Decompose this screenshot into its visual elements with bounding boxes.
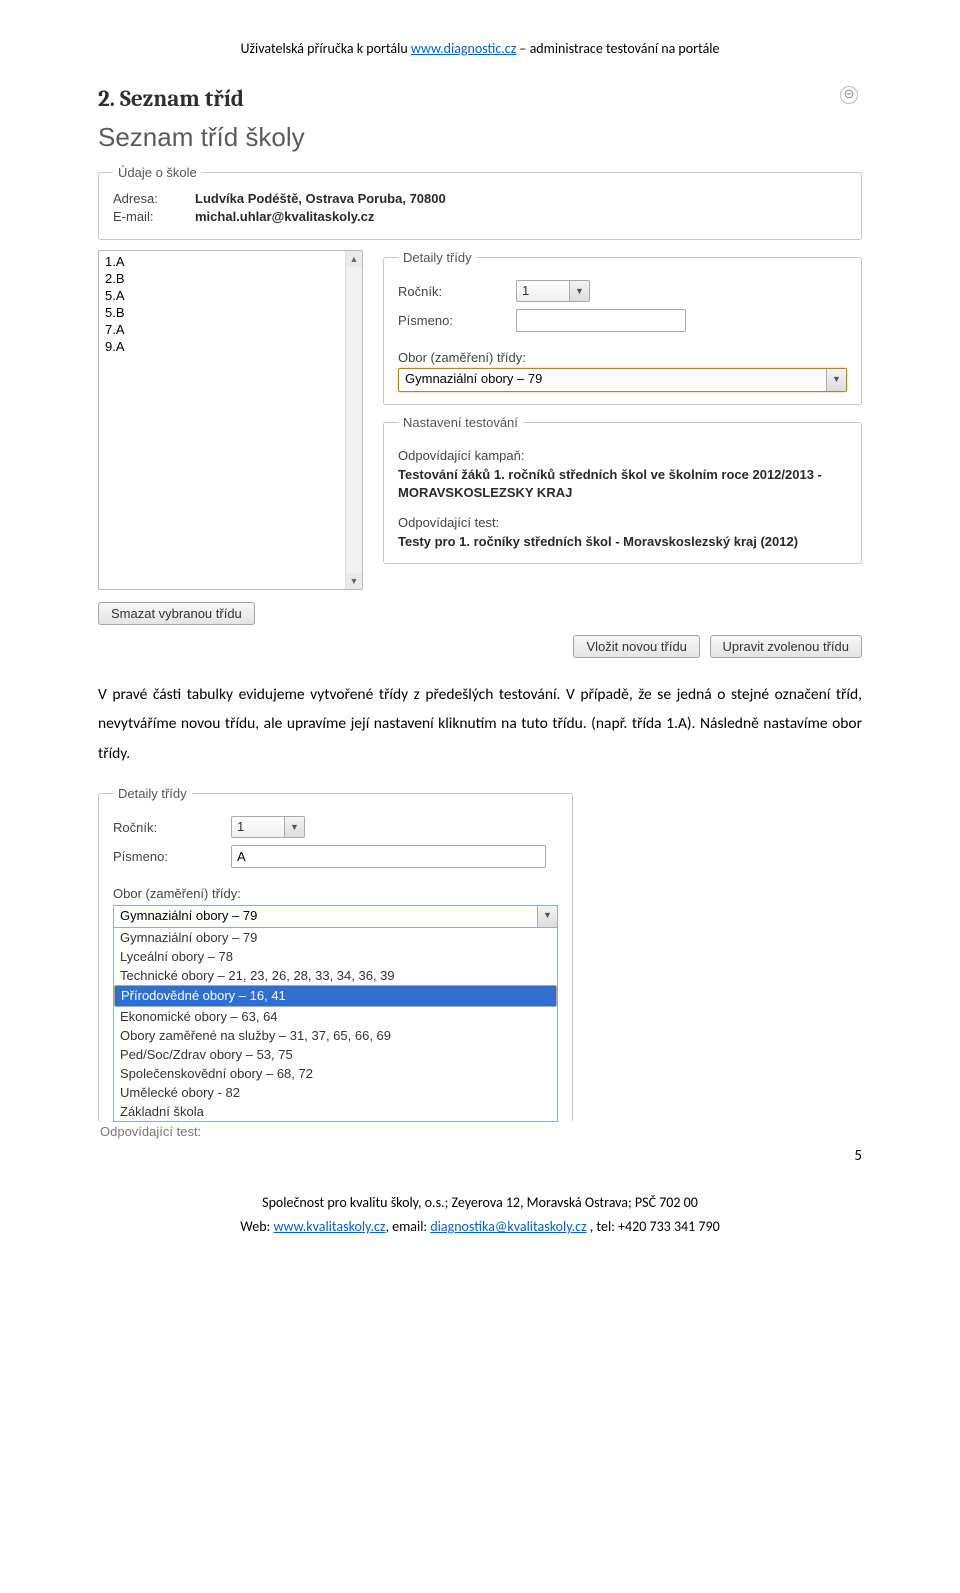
header-prefix: Uživatelská příručka k portálu — [241, 40, 411, 57]
footer-web-prefix: Web: — [240, 1218, 273, 1235]
grade-select-2[interactable]: 1 ▼ — [231, 816, 305, 838]
address-label: Adresa: — [113, 191, 195, 206]
delete-class-button[interactable]: Smazat vybranou třídu — [98, 602, 255, 625]
dropdown-option[interactable]: Přírodovědné obory – 16, 41 — [114, 985, 557, 1007]
grade-label-2: Ročník: — [113, 820, 231, 835]
dropdown-option[interactable]: Obory zaměřené na služby – 31, 37, 65, 6… — [114, 1026, 557, 1045]
panel-title: Seznam tříd školy — [98, 122, 862, 153]
grade-select-value: 1 — [522, 283, 529, 298]
branch-select[interactable]: Gymnaziální obory – 79 ▼ — [398, 368, 847, 392]
section-heading: 2. Seznam tříd — [98, 85, 862, 112]
email-label: E-mail: — [113, 209, 195, 224]
scroll-down-icon[interactable]: ▼ — [346, 573, 362, 589]
chevron-down-icon: ▼ — [569, 281, 589, 301]
body-paragraph: V pravé části tabulky evidujeme vytvořen… — [98, 680, 862, 768]
dropdown-option[interactable]: Ped/Soc/Zdrav obory – 53, 75 — [114, 1045, 557, 1064]
list-item[interactable]: 1.A — [103, 253, 344, 270]
chevron-down-icon: ▼ — [537, 906, 557, 927]
branch-select-2[interactable]: Gymnaziální obory – 79 ▼ — [113, 905, 558, 928]
footer-web-link[interactable]: www.kvalitaskoly.cz — [273, 1218, 385, 1235]
dropdown-option[interactable]: Základní škola — [114, 1102, 557, 1121]
dropdown-option[interactable]: Ekonomické obory – 63, 64 — [114, 1007, 557, 1026]
branch-label: Obor (zaměření) třídy: — [398, 350, 847, 365]
test-label: Odpovídající test: — [398, 515, 847, 530]
screenshot-class-list: Seznam tříd školy ⊝ Údaje o škole Adresa… — [98, 122, 862, 658]
letter-input-2[interactable] — [231, 845, 546, 868]
grade-select[interactable]: 1 ▼ — [516, 280, 590, 302]
campaign-value: Testování žáků 1. ročníků středních škol… — [398, 466, 847, 501]
school-info-legend: Údaje o škole — [113, 165, 202, 180]
class-details-legend: Detaily třídy — [398, 250, 477, 265]
page-footer: Společnost pro kvalitu školy, o.s.; Zeye… — [98, 1191, 862, 1239]
footer-suffix: , tel: +420 733 341 790 — [587, 1218, 720, 1235]
class-listbox[interactable]: 1.A 2.B 5.A 5.B 7.A 9.A ▲ ▼ — [98, 250, 363, 590]
list-item[interactable]: 7.A — [103, 321, 344, 338]
chevron-down-icon: ▼ — [284, 817, 304, 837]
class-details-fieldset-2: Detaily třídy Ročník: 1 ▼ Písmeno: Obor … — [98, 786, 573, 1122]
edit-class-button[interactable]: Upravit zvolenou třídu — [710, 635, 862, 658]
dropdown-option[interactable]: Společenskovědní obory – 68, 72 — [114, 1064, 557, 1083]
scroll-up-icon[interactable]: ▲ — [346, 251, 362, 267]
testing-settings-legend: Nastavení testování — [398, 415, 523, 430]
dropdown-option[interactable]: Gymnaziální obory – 79 — [114, 928, 557, 947]
list-item[interactable]: 9.A — [103, 338, 344, 355]
school-info-fieldset: Údaje o škole Adresa: Ludvíka Podéště, O… — [98, 165, 862, 240]
page-number: 5 — [98, 1147, 862, 1165]
header-suffix: – administrace testování na portále — [516, 40, 719, 57]
testing-settings-fieldset: Nastavení testování Odpovídající kampaň:… — [383, 415, 862, 564]
campaign-label: Odpovídající kampaň: — [398, 448, 847, 463]
header-link[interactable]: www.diagnostic.cz — [411, 40, 516, 57]
list-item[interactable]: 5.B — [103, 304, 344, 321]
collapse-icon[interactable]: ⊝ — [840, 86, 858, 104]
footer-line-2: Web: www.kvalitaskoly.cz, email: diagnos… — [98, 1215, 862, 1239]
list-item[interactable]: 2.B — [103, 270, 344, 287]
letter-label: Písmeno: — [398, 313, 516, 328]
grade-label: Ročník: — [398, 284, 516, 299]
chevron-down-icon: ▼ — [826, 369, 846, 391]
page-header: Uživatelská příručka k portálu www.diagn… — [98, 40, 862, 57]
branch-dropdown-list: Gymnaziální obory – 79Lyceální obory – 7… — [113, 928, 558, 1122]
test-value: Testy pro 1. ročníky středních škol - Mo… — [398, 533, 847, 551]
class-details-fieldset: Detaily třídy Ročník: 1 ▼ Písmeno: Obor … — [383, 250, 862, 405]
listbox-scrollbar[interactable]: ▲ ▼ — [345, 251, 362, 589]
branch-label-2: Obor (zaměření) třídy: — [113, 886, 558, 901]
dropdown-option[interactable]: Umělecké obory - 82 — [114, 1083, 557, 1102]
footer-email-link[interactable]: diagnostika@kvalitaskoly.cz — [430, 1218, 586, 1235]
branch-dropdown-open: Gymnaziální obory – 79 ▼ Gymnaziální obo… — [113, 905, 558, 1122]
dropdown-option[interactable]: Technické obory – 21, 23, 26, 28, 33, 34… — [114, 966, 557, 985]
letter-input[interactable] — [516, 309, 686, 332]
footer-mid: , email: — [385, 1218, 430, 1235]
list-item[interactable]: 5.A — [103, 287, 344, 304]
dropdown-option[interactable]: Lyceální obory – 78 — [114, 947, 557, 966]
address-value: Ludvíka Podéště, Ostrava Poruba, 70800 — [195, 191, 446, 206]
grade-select-value-2: 1 — [237, 819, 244, 834]
cutoff-label: Odpovídající test: — [100, 1124, 573, 1139]
branch-select-value-2: Gymnaziální obory – 79 — [120, 908, 257, 923]
class-details-legend-2: Detaily třídy — [113, 786, 192, 801]
email-value: michal.uhlar@kvalitaskoly.cz — [195, 209, 374, 224]
branch-select-value: Gymnaziální obory – 79 — [405, 371, 542, 386]
letter-label-2: Písmeno: — [113, 849, 231, 864]
screenshot-class-details-dropdown: Detaily třídy Ročník: 1 ▼ Písmeno: Obor … — [98, 786, 573, 1139]
footer-line-1: Společnost pro kvalitu školy, o.s.; Zeye… — [98, 1191, 862, 1215]
insert-class-button[interactable]: Vložit novou třídu — [573, 635, 699, 658]
